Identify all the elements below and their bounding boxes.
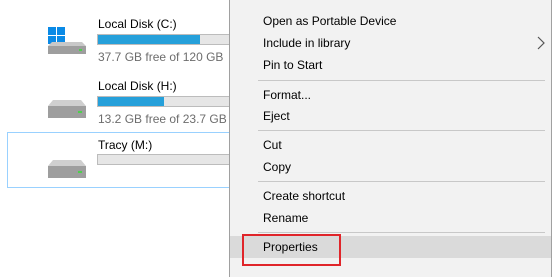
free-space-text: 13.2 GB free of 23.7 GB xyxy=(98,112,227,126)
menu-separator xyxy=(258,130,545,131)
usage-bar xyxy=(97,154,247,165)
menu-item-open-as-portable-device[interactable]: Open as Portable Device xyxy=(230,10,551,32)
chevron-right-icon xyxy=(537,36,545,53)
drive-name: Local Disk (H:) xyxy=(98,79,177,93)
hard-drive-icon xyxy=(46,96,88,125)
menu-item-label: Cut xyxy=(263,138,282,152)
menu-separator xyxy=(258,181,545,182)
menu-item-pin-to-start[interactable]: Pin to Start xyxy=(230,54,551,76)
drive-h[interactable]: Local Disk (H:) 13.2 GB free of 23.7 GB xyxy=(0,72,247,132)
menu-item-label: Eject xyxy=(263,109,290,123)
menu-separator xyxy=(258,232,545,233)
hard-drive-icon xyxy=(46,156,88,185)
menu-item-create-shortcut[interactable]: Create shortcut xyxy=(230,185,551,207)
menu-item-label: Copy xyxy=(263,160,292,174)
usage-bar xyxy=(97,34,247,45)
usage-bar-fill xyxy=(98,97,164,106)
drive-name: Local Disk (C:) xyxy=(98,17,177,31)
free-space-text: 37.7 GB free of 120 GB xyxy=(98,50,224,64)
windows-drive-icon xyxy=(46,27,88,60)
menu-item-label: Pin to Start xyxy=(263,58,323,72)
menu-item-label: Rename xyxy=(263,211,309,225)
menu-item-properties[interactable]: Properties xyxy=(230,234,551,266)
menu-item-format[interactable]: Format... xyxy=(230,84,551,106)
menu-separator xyxy=(258,80,545,81)
menu-item-include-in-library[interactable]: Include in library xyxy=(230,32,551,54)
context-menu: Open as Portable Device Include in libra… xyxy=(229,0,552,277)
menu-item-eject[interactable]: Eject xyxy=(230,105,551,127)
drive-m[interactable]: Tracy (M:) xyxy=(0,132,247,192)
usage-bar-fill xyxy=(98,35,200,44)
drive-name: Tracy (M:) xyxy=(98,138,153,152)
menu-item-cut[interactable]: Cut xyxy=(230,134,551,156)
menu-item-rename[interactable]: Rename xyxy=(230,207,551,229)
usage-bar xyxy=(97,96,247,107)
menu-item-copy[interactable]: Copy xyxy=(230,156,551,178)
menu-item-label: Format... xyxy=(263,88,312,102)
menu-item-label: Include in library xyxy=(263,36,351,50)
menu-item-label: Create shortcut xyxy=(263,189,346,203)
menu-item-label: Open as Portable Device xyxy=(263,14,397,28)
annotation-highlight-box xyxy=(242,234,341,266)
drive-c[interactable]: Local Disk (C:) 37.7 GB free of 120 GB xyxy=(0,10,247,70)
